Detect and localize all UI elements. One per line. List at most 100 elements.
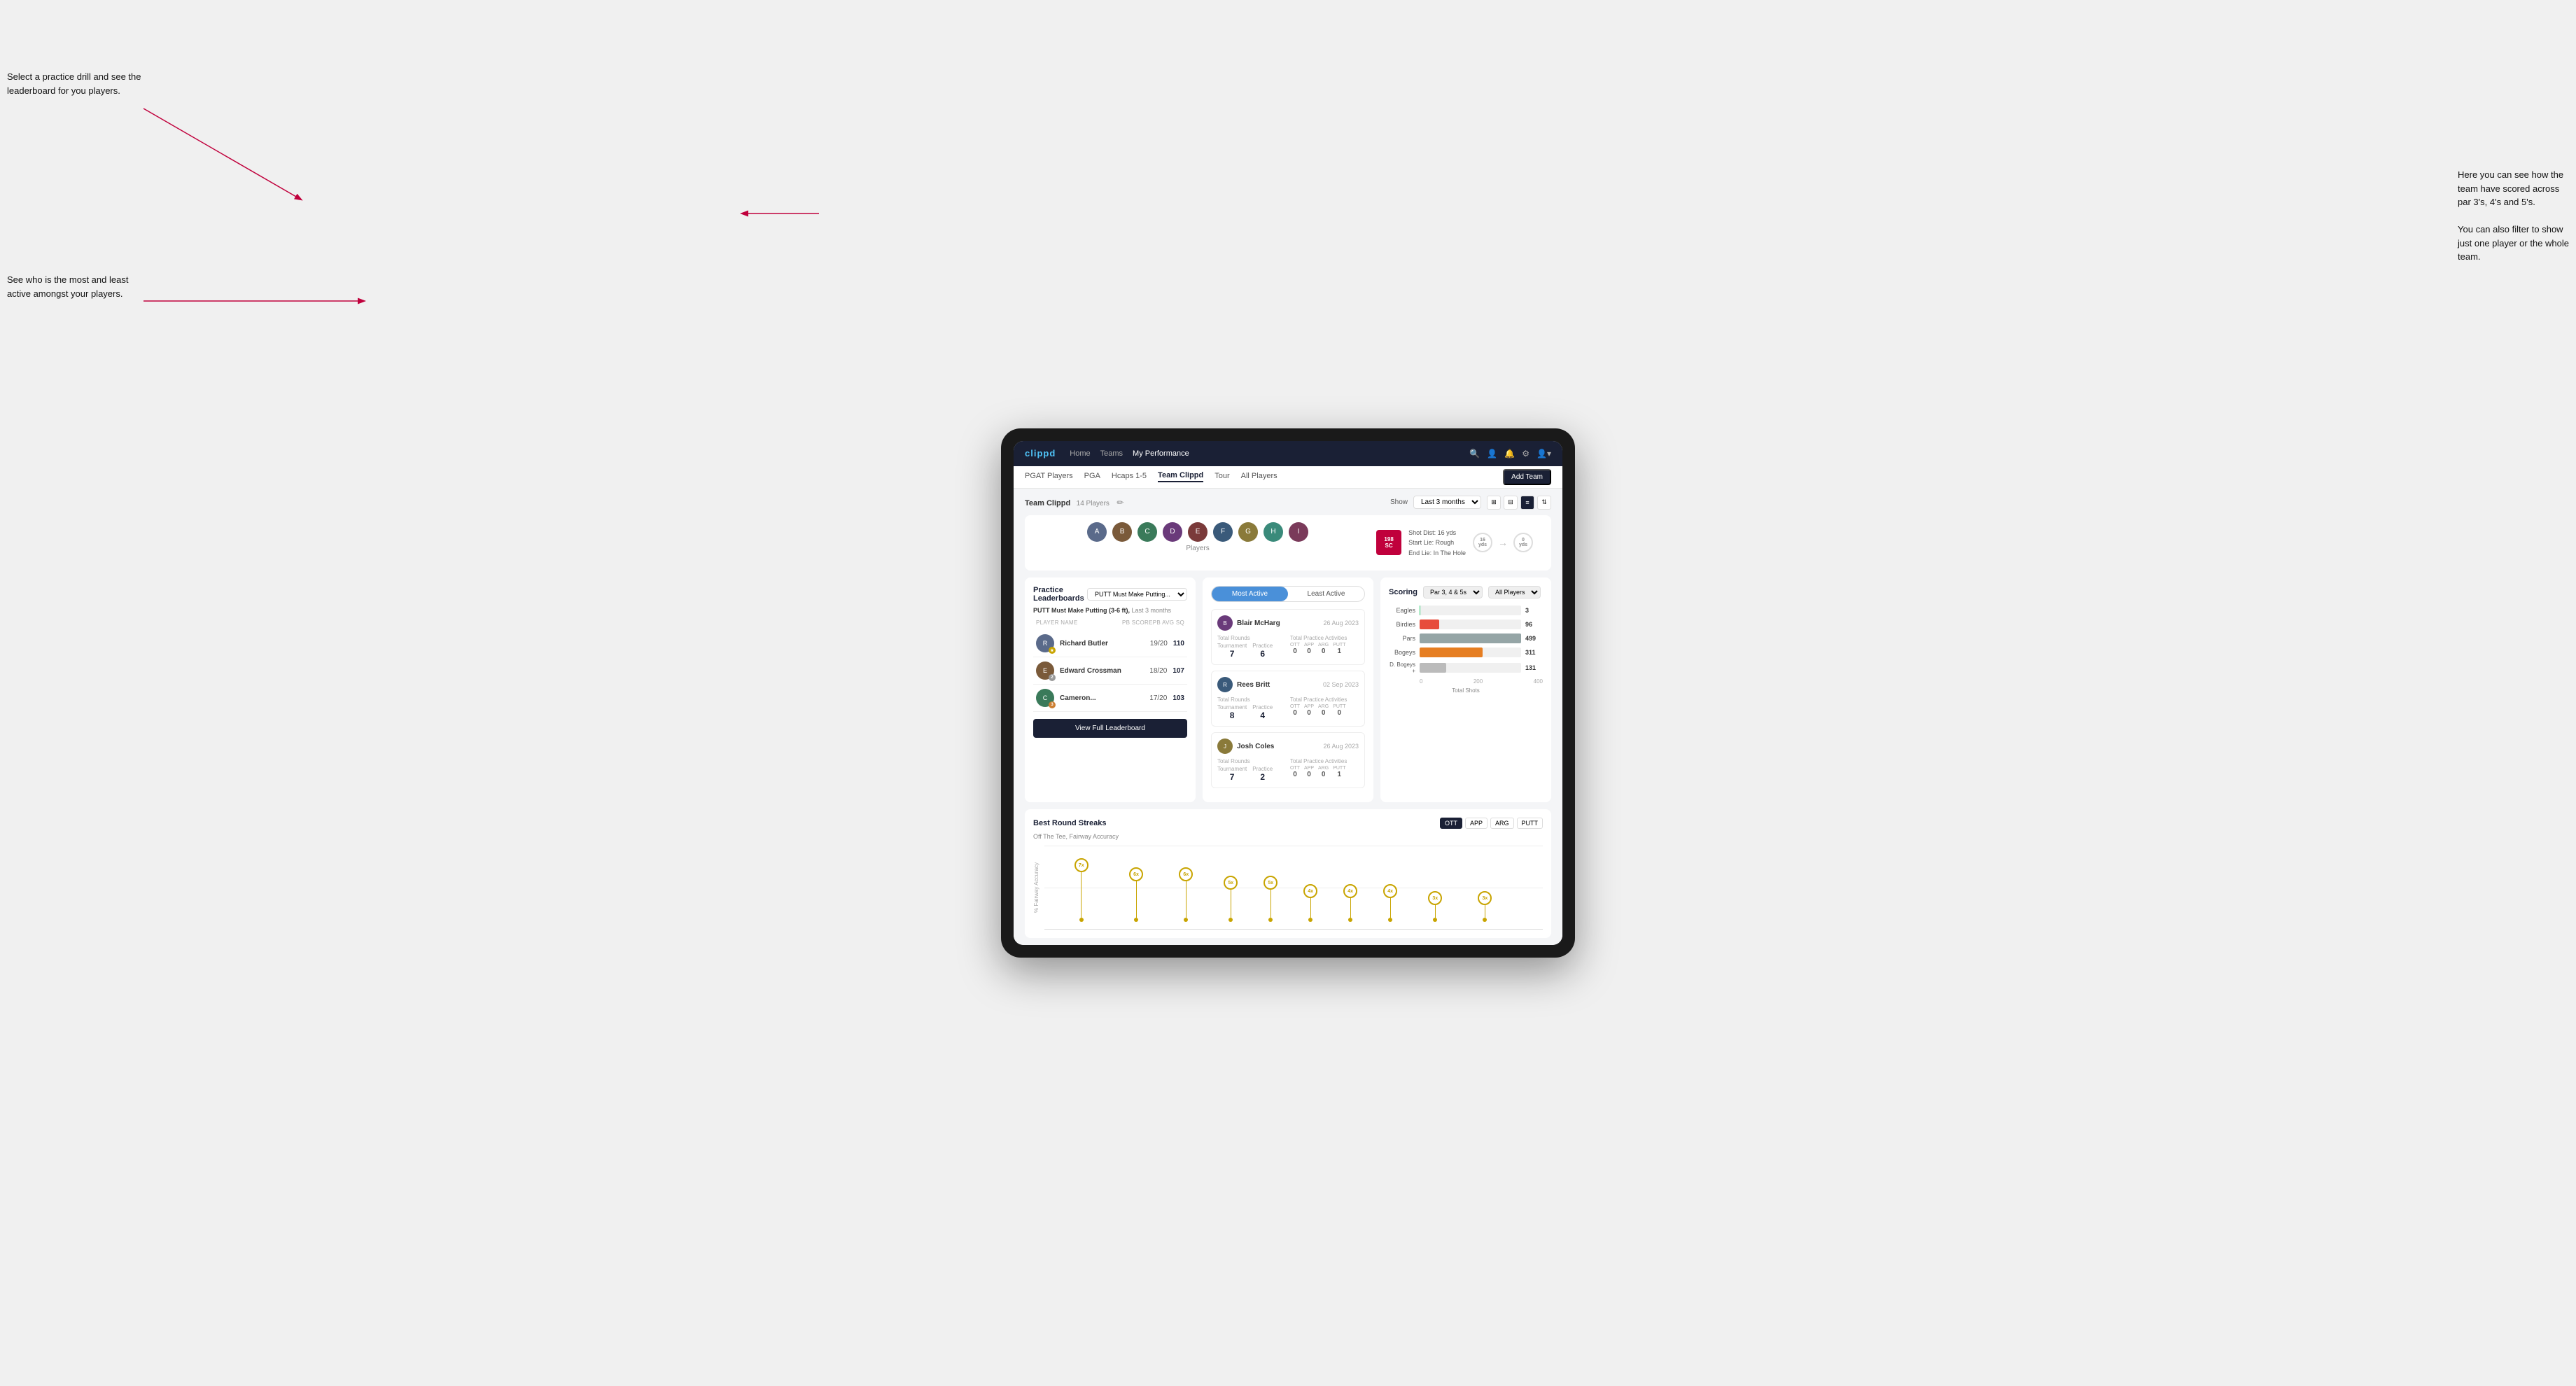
filter-icon[interactable]: ⇅ <box>1537 496 1551 510</box>
view-full-leaderboard-button[interactable]: View Full Leaderboard <box>1033 719 1187 738</box>
scoring-bar-chart: Eagles 3 Birdies 96 <box>1389 606 1543 674</box>
app-button[interactable]: APP <box>1465 818 1488 829</box>
avatar[interactable]: H <box>1264 522 1283 542</box>
chart-body: 7x 6x 6x <box>1044 846 1543 930</box>
avatars-row: A B C D E F G H I <box>1087 522 1308 542</box>
practice-activities-group: Total Practice Activities OTT 0 APP 0 <box>1290 635 1359 659</box>
practice-activities-row: OTT 0 APP 0 ARG 0 <box>1290 643 1359 655</box>
axis-label-0: 0 <box>1420 678 1422 685</box>
nav-teams[interactable]: Teams <box>1100 449 1123 458</box>
subnav-all-players[interactable]: All Players <box>1241 472 1278 482</box>
ott-stat: OTT 0 <box>1290 704 1300 717</box>
pc-name[interactable]: Rees Britt <box>1237 681 1319 689</box>
avatar[interactable]: D <box>1163 522 1182 542</box>
show-label: Show <box>1390 498 1408 506</box>
avatar-icon[interactable]: 👤▾ <box>1536 449 1551 458</box>
subnav-team-clippd[interactable]: Team Clippd <box>1158 471 1203 482</box>
drill-select[interactable]: PUTT Must Make Putting... <box>1087 588 1187 601</box>
col-avg-header: PB AVG SQ <box>1153 620 1184 626</box>
pin-label: 6x <box>1179 867 1193 881</box>
team-header: Team Clippd 14 Players ✏ Show Last 3 mon… <box>1025 496 1551 510</box>
grid-small-icon[interactable]: ⊞ <box>1487 496 1501 510</box>
least-active-toggle[interactable]: Least Active <box>1288 587 1364 601</box>
avatar[interactable]: G <box>1238 522 1258 542</box>
bar-value-bogeys: 311 <box>1525 649 1543 656</box>
lb-score: 19/20 <box>1150 640 1168 648</box>
nav-home[interactable]: Home <box>1070 449 1090 458</box>
sub-nav: PGAT Players PGA Hcaps 1-5 Team Clippd T… <box>1014 466 1562 489</box>
pin-5x-1: 5x <box>1224 876 1238 922</box>
axis-label-400: 400 <box>1534 678 1543 685</box>
show-select[interactable]: Last 3 months <box>1413 496 1481 509</box>
nav-my-performance[interactable]: My Performance <box>1133 449 1189 458</box>
pin-label: 7x <box>1074 858 1088 872</box>
lb-player-row: C 3 Cameron... 17/20 103 <box>1033 685 1187 712</box>
tournament-stat: Tournament 7 <box>1217 643 1247 659</box>
pin-dot <box>1483 918 1487 922</box>
practice-activities-label: Total Practice Activities <box>1290 696 1359 703</box>
lb-score: 17/20 <box>1149 694 1167 702</box>
edit-team-icon[interactable]: ✏ <box>1116 498 1124 507</box>
shot-arrow-icon: → <box>1498 537 1508 548</box>
subnav-tour[interactable]: Tour <box>1214 472 1229 482</box>
pin-label: 3x <box>1428 891 1442 905</box>
avatar[interactable]: I <box>1289 522 1308 542</box>
player-filter[interactable]: All Players <box>1488 586 1541 598</box>
bar-label-double-bogeys: D. Bogeys + <box>1389 662 1415 674</box>
axis-label-200: 200 <box>1474 678 1483 685</box>
total-rounds-group: Total Rounds Tournament 7 Practice 6 <box>1217 635 1286 659</box>
putt-stat: PUTT 1 <box>1333 766 1345 778</box>
total-rounds-group: Total Rounds Tournament 7 Practice 2 <box>1217 758 1286 782</box>
annotation-top-left: Select a practice drill and see the lead… <box>7 70 147 97</box>
pin-label: 4x <box>1343 884 1357 898</box>
putt-button[interactable]: PUTT <box>1517 818 1544 829</box>
leaderboard-panel: Practice Leaderboards PUTT Must Make Put… <box>1025 578 1196 802</box>
total-rounds-group: Total Rounds Tournament 8 Practice 4 <box>1217 696 1286 720</box>
settings-icon[interactable]: ⚙ <box>1522 449 1530 458</box>
ott-button[interactable]: OTT <box>1440 818 1462 829</box>
bell-icon[interactable]: 🔔 <box>1504 449 1515 458</box>
pin-dot <box>1268 918 1273 922</box>
avatar[interactable]: F <box>1213 522 1233 542</box>
grid-large-icon[interactable]: ⊟ <box>1504 496 1518 510</box>
pin-dot <box>1308 918 1312 922</box>
subnav-hcaps[interactable]: Hcaps 1-5 <box>1112 472 1147 482</box>
lb-player-name[interactable]: Cameron... <box>1060 694 1144 702</box>
most-active-toggle[interactable]: Most Active <box>1212 587 1288 601</box>
app-logo: clippd <box>1025 448 1056 458</box>
par-filter[interactable]: Par 3, 4 & 5s <box>1423 586 1483 598</box>
rank-badge-gold: ★ <box>1049 647 1056 654</box>
lb-player-name[interactable]: Richard Butler <box>1060 640 1144 648</box>
list-detail-icon[interactable]: ≡ <box>1520 496 1534 510</box>
pin-4x-1: 4x <box>1303 884 1317 922</box>
avatar[interactable]: A <box>1087 522 1107 542</box>
pc-name[interactable]: Blair McHarg <box>1237 620 1319 627</box>
pin-stem <box>1435 905 1436 918</box>
add-team-button[interactable]: Add Team <box>1503 469 1551 485</box>
pin-dot <box>1079 918 1084 922</box>
avatar[interactable]: E <box>1188 522 1208 542</box>
avatar[interactable]: B <box>1112 522 1132 542</box>
subnav-pgat[interactable]: PGAT Players <box>1025 472 1073 482</box>
team-title: Team Clippd 14 Players ✏ <box>1025 496 1124 509</box>
arg-button[interactable]: ARG <box>1490 818 1514 829</box>
pc-name[interactable]: Josh Coles <box>1237 743 1319 750</box>
x-axis-title: Total Shots <box>1389 687 1543 694</box>
scoring-panel: Scoring Par 3, 4 & 5s All Players Eagles <box>1380 578 1551 802</box>
total-rounds-label: Total Rounds <box>1217 635 1286 641</box>
rounds-row: Tournament 8 Practice 4 <box>1217 704 1286 720</box>
app-stat: APP 0 <box>1304 643 1314 655</box>
bar-container-birdies <box>1420 620 1521 629</box>
person-icon[interactable]: 👤 <box>1487 449 1497 458</box>
avatar[interactable]: C <box>1138 522 1157 542</box>
subnav-pga[interactable]: PGA <box>1084 472 1100 482</box>
pin-3x-2: 3x <box>1478 891 1492 922</box>
pin-3x-1: 3x <box>1428 891 1442 922</box>
bar-container-double-bogeys <box>1420 663 1521 673</box>
practice-activities-group: Total Practice Activities OTT 0 APP 0 <box>1290 758 1359 782</box>
pin-6x-2: 6x <box>1179 867 1193 922</box>
practice-activities-label: Total Practice Activities <box>1290 635 1359 641</box>
bar-fill-birdies <box>1420 620 1439 629</box>
search-icon[interactable]: 🔍 <box>1469 449 1480 458</box>
lb-player-name[interactable]: Edward Crossman <box>1060 667 1144 675</box>
